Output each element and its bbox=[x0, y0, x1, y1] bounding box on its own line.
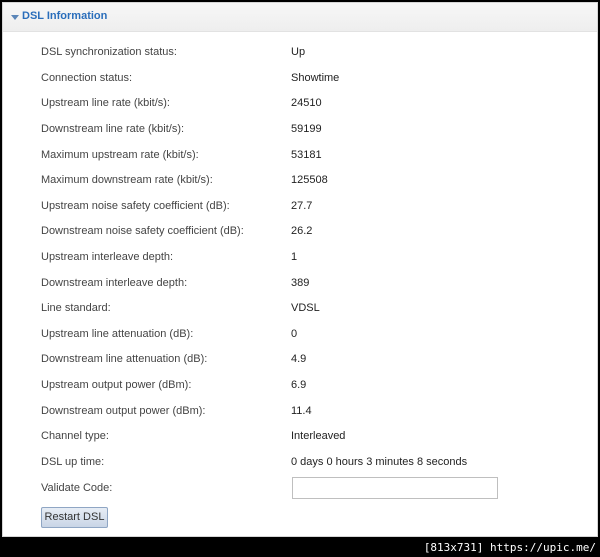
row-label: Connection status: bbox=[41, 72, 133, 84]
row-label: Downstream noise safety coefficient (dB)… bbox=[41, 225, 244, 237]
row-label: Downstream line attenuation (dB): bbox=[41, 353, 208, 365]
row-value: 1 bbox=[291, 251, 298, 263]
row-value: 6.9 bbox=[291, 379, 307, 391]
row-label: Upstream line attenuation (dB): bbox=[41, 328, 194, 340]
row-label: Line standard: bbox=[41, 302, 111, 314]
row-label: Upstream noise safety coefficient (dB): bbox=[41, 200, 230, 212]
row-value: Interleaved bbox=[291, 430, 346, 442]
row-label: Upstream interleave depth: bbox=[41, 251, 174, 263]
row-value: 125508 bbox=[291, 174, 328, 186]
row-label: Downstream output power (dBm): bbox=[41, 405, 206, 417]
watermark-text: [813x731] https://upic.me/ bbox=[423, 541, 596, 554]
row-label: DSL up time: bbox=[41, 456, 105, 468]
row-value: Showtime bbox=[291, 72, 340, 84]
row-label: Channel type: bbox=[41, 430, 109, 442]
row-label: DSL synchronization status: bbox=[41, 46, 177, 58]
row-value: 53181 bbox=[291, 149, 322, 161]
dsl-information-panel: DSL Information DSL synchronization stat… bbox=[2, 2, 598, 537]
row-value: 389 bbox=[291, 277, 310, 289]
row-value: 27.7 bbox=[291, 200, 313, 212]
row-label: Maximum upstream rate (kbit/s): bbox=[41, 149, 199, 161]
panel-title: DSL Information bbox=[22, 10, 108, 22]
row-label: Downstream interleave depth: bbox=[41, 277, 188, 289]
row-value: 0 bbox=[291, 328, 298, 340]
row-value: 26.2 bbox=[291, 225, 313, 237]
row-value: 0 days 0 hours 3 minutes 8 seconds bbox=[291, 456, 468, 468]
row-value: 24510 bbox=[291, 97, 322, 109]
restart-dsl-button[interactable]: Restart DSL bbox=[41, 507, 108, 528]
collapse-arrow-icon[interactable] bbox=[11, 15, 19, 20]
row-label: Upstream line rate (kbit/s): bbox=[41, 97, 170, 109]
row-value: 11.4 bbox=[291, 405, 312, 417]
row-value: Up bbox=[291, 46, 306, 58]
validate-code-label: Validate Code: bbox=[41, 482, 113, 494]
validate-code-input[interactable] bbox=[292, 477, 498, 499]
row-value: 4.9 bbox=[291, 353, 307, 365]
row-label: Downstream line rate (kbit/s): bbox=[41, 123, 185, 135]
row-value: 59199 bbox=[291, 123, 322, 135]
row-value: VDSL bbox=[291, 302, 320, 314]
panel-header[interactable]: DSL Information bbox=[3, 3, 597, 32]
row-label: Maximum downstream rate (kbit/s): bbox=[41, 174, 213, 186]
row-label: Upstream output power (dBm): bbox=[41, 379, 192, 391]
